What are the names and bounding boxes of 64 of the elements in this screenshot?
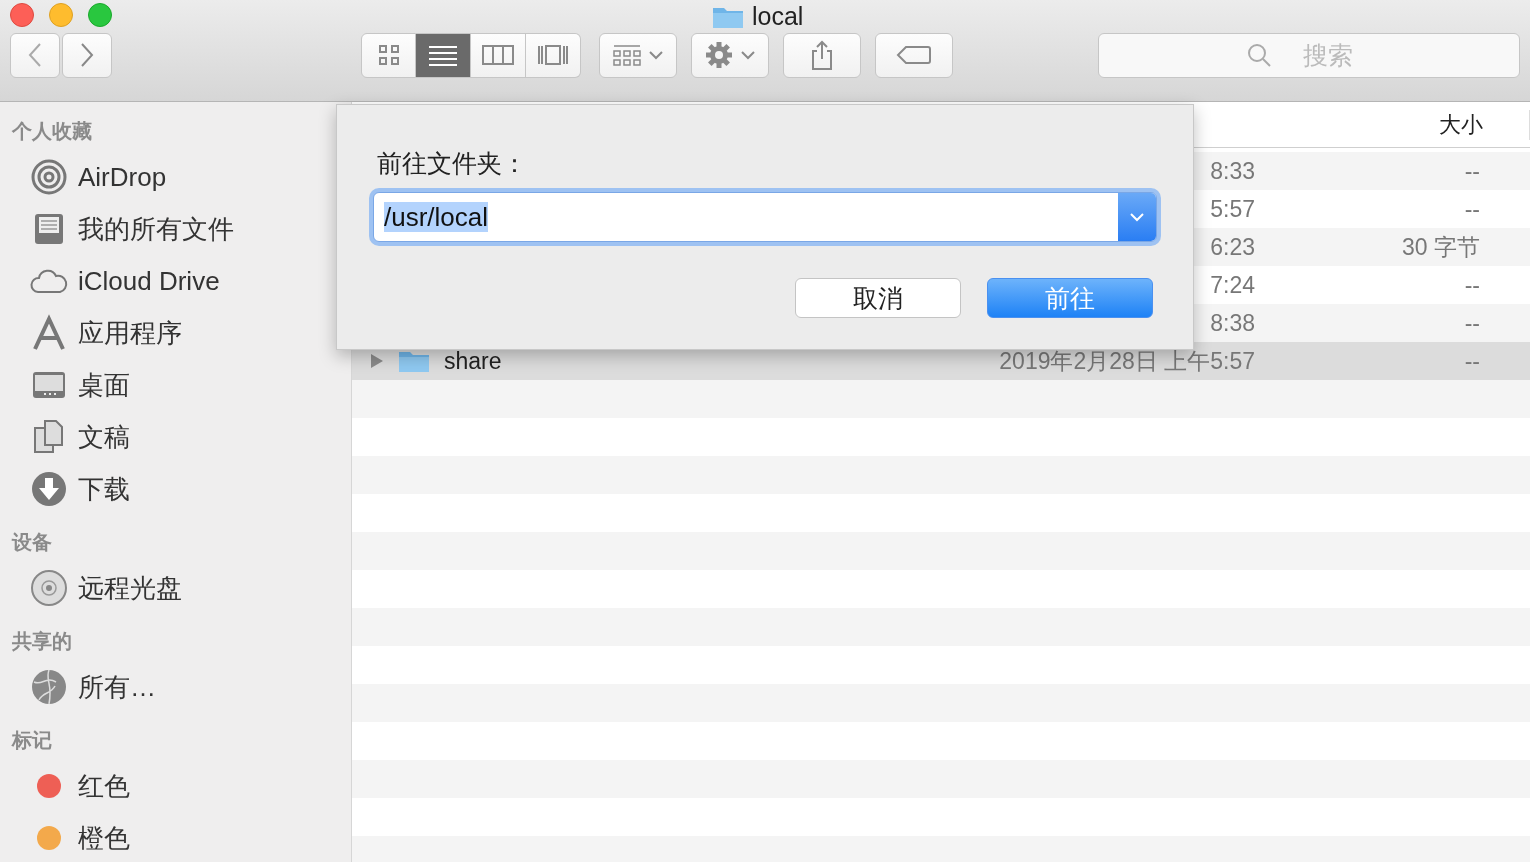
columns-icon — [481, 43, 515, 67]
date-cell: 6:23 — [1210, 233, 1255, 261]
sidebar-section-title: 共享的 — [11, 629, 73, 654]
sidebar-item[interactable]: 红色 — [78, 768, 130, 804]
view-button[interactable] — [361, 32, 416, 78]
date-cell: 8:38 — [1210, 309, 1255, 337]
size-cell: -- — [1464, 271, 1480, 299]
disc-icon — [30, 569, 68, 607]
date-cell: 8:33 — [1210, 157, 1255, 185]
sidebar-item[interactable]: 橙色 — [78, 820, 130, 856]
sidebar-item[interactable]: 应用程序 — [78, 315, 182, 351]
size-cell-text: 30 字节 — [1402, 232, 1480, 262]
arrange-button[interactable] — [599, 32, 677, 78]
chevron-right-icon — [80, 42, 94, 68]
action-button[interactable] — [691, 32, 769, 78]
list-icon — [426, 43, 460, 67]
folder-icon — [398, 349, 430, 373]
view-button[interactable] — [416, 32, 471, 78]
gear-icon — [704, 40, 734, 70]
download-icon — [30, 470, 68, 508]
sidebar-item[interactable]: 远程光盘 — [78, 570, 182, 606]
date-cell-text: 2019年2月28日 上午5:57 — [999, 346, 1255, 376]
caret-icon — [740, 50, 756, 60]
sidebar-item[interactable]: 下载 — [78, 471, 130, 507]
share-icon — [809, 39, 835, 71]
sidebar-section-title: 设备 — [10, 530, 53, 555]
gallery-icon — [536, 43, 570, 67]
view-button[interactable] — [471, 32, 526, 78]
caret-icon — [648, 50, 664, 60]
close-button[interactable] — [10, 3, 34, 27]
date-cell: 5:57 — [1210, 195, 1255, 223]
minimize-button[interactable] — [49, 3, 73, 27]
back-button[interactable] — [10, 32, 60, 78]
window-title: local — [752, 2, 804, 31]
view-button[interactable] — [526, 32, 581, 78]
date-cell: 7:24 — [1210, 271, 1255, 299]
sidebar-section-title: 标记 — [10, 728, 53, 753]
airdrop-icon — [30, 158, 68, 196]
sidebar-item[interactable]: 所有… — [78, 669, 156, 705]
forward-button[interactable] — [62, 32, 112, 78]
chevron-left-icon — [28, 42, 42, 68]
cancel-button[interactable]: 取消 — [795, 278, 961, 318]
caret-icon — [1129, 212, 1145, 222]
size-cell: -- — [1464, 195, 1480, 223]
dialog-label: 前往文件夹： — [377, 148, 528, 179]
size-cell: -- — [1464, 309, 1480, 337]
sidebar-item[interactable]: 我的所有文件 — [78, 211, 234, 247]
sidebar-item[interactable]: 文稿 — [78, 419, 130, 455]
disclosure-triangle-icon[interactable] — [370, 353, 384, 369]
tag-icon — [896, 45, 932, 65]
globe-icon — [30, 668, 68, 706]
size-cell: -- — [1464, 347, 1480, 375]
arrange-icon — [612, 43, 642, 67]
sidebar-section-title: 个人收藏 — [11, 119, 93, 144]
file-name: share — [444, 347, 502, 375]
search-field[interactable]: 搜索 — [1098, 32, 1520, 78]
sidebar-item[interactable]: iCloud Drive — [78, 265, 220, 297]
tag-button[interactable] — [875, 32, 953, 78]
search-icon — [1246, 41, 1272, 68]
share-button[interactable] — [783, 32, 861, 78]
sidebar-item[interactable]: AirDrop — [78, 161, 167, 193]
size-cell: -- — [1464, 157, 1480, 185]
sidebar-item[interactable]: 桌面 — [78, 367, 130, 403]
zoom-button[interactable] — [88, 3, 112, 27]
